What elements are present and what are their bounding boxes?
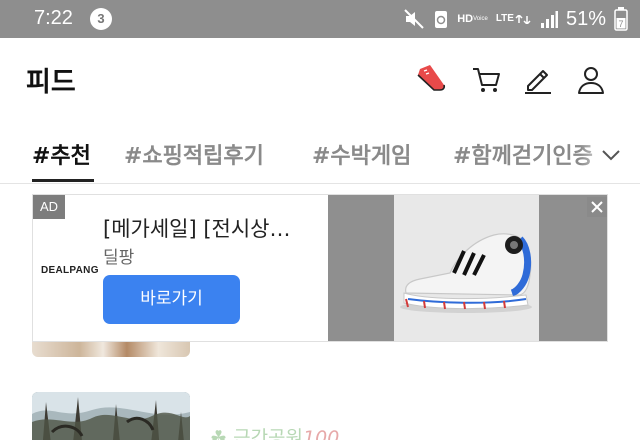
sneaker-product-image: [394, 195, 539, 341]
lte-icon: LTE: [496, 14, 532, 24]
active-tab-indicator: [32, 179, 94, 182]
tab-walk-together[interactable]: #함께걷기인증: [453, 138, 593, 170]
feed-thumbnail[interactable]: [32, 392, 190, 440]
advertiser-logo: DEALPANG: [41, 265, 99, 276]
tab-recommend[interactable]: #추천: [32, 138, 91, 170]
close-icon[interactable]: [587, 197, 607, 217]
battery-icon: 7: [614, 7, 628, 31]
status-time: 7:22: [34, 7, 73, 29]
battery-digit: 7: [618, 19, 623, 29]
ad-image[interactable]: [328, 195, 607, 341]
leaf-icon: ☘: [210, 427, 228, 440]
status-bar: 7:22 3 HD Voice LTE 51% 7: [0, 0, 640, 38]
ad-cta-button[interactable]: 바로가기: [103, 275, 240, 324]
profile-icon[interactable]: [574, 63, 608, 97]
cart-icon[interactable]: [469, 63, 503, 97]
app-header: 피드: [0, 38, 640, 120]
tab-watermelon-game[interactable]: #수박게임: [312, 138, 411, 170]
ad-badge: AD: [33, 195, 65, 219]
ad-banner[interactable]: AD DEALPANG [메가세일] [전시상… 딜팡 바로가기: [32, 194, 608, 342]
hd-voice-icon: HD Voice: [457, 13, 488, 25]
notification-badge: 3: [90, 8, 112, 30]
mute-icon: [403, 8, 425, 30]
ad-headline[interactable]: [메가세일] [전시상…: [103, 213, 291, 243]
pencil-icon[interactable]: [521, 63, 555, 97]
tab-shopping-review[interactable]: #쇼핑적립후기: [124, 138, 264, 170]
sneaker-icon[interactable]: [414, 63, 448, 97]
chevron-down-icon[interactable]: [598, 142, 624, 168]
signal-icon: [540, 9, 558, 29]
tab-bar: #추천 #쇼핑적립후기 #수박게임 #함께걷기인증: [0, 132, 640, 184]
ad-advertiser-name: 딜팡: [103, 248, 135, 268]
page-title: 피드: [26, 67, 76, 98]
recycle-icon: [433, 8, 449, 30]
battery-percent: 51%: [565, 7, 606, 30]
feed-caption: ☘ 근간공원100: [210, 423, 339, 440]
